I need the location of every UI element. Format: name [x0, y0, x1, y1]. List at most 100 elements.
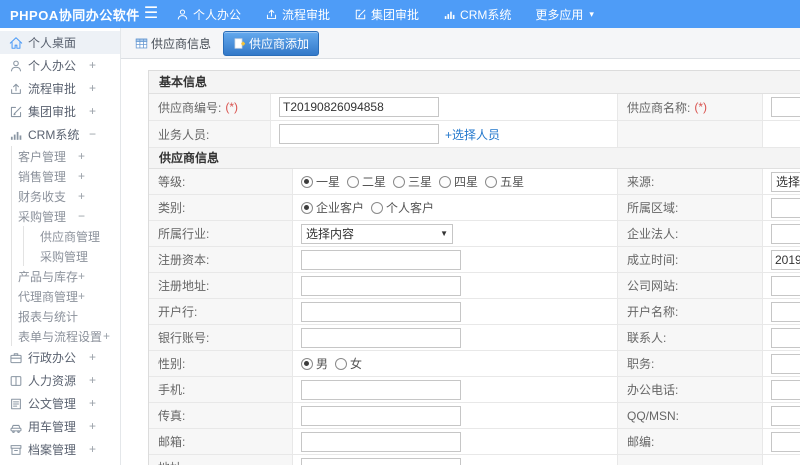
qq-msn-input[interactable]: [771, 405, 800, 426]
radio-icon[interactable]: [393, 175, 406, 188]
sidebar-item-purchase-mgmt[interactable]: 采购管理 −: [12, 206, 120, 226]
plus-icon[interactable]: +: [89, 346, 96, 369]
level-radios-option-3[interactable]: 四星: [439, 173, 478, 190]
workflow-icon: [9, 82, 23, 96]
supplier-add-tab[interactable]: 供应商添加: [223, 30, 320, 56]
founded-date-input[interactable]: [771, 249, 800, 270]
plus-icon[interactable]: +: [78, 186, 85, 206]
supplier-info-tab[interactable]: 供应商信息: [131, 32, 215, 55]
sidebar-item-label: 流程审批: [28, 82, 77, 96]
registered-capital-input[interactable]: [301, 249, 461, 270]
industry-select[interactable]: 选择内容 ▼: [301, 223, 453, 244]
top-nav-group-approval[interactable]: 集团审批: [354, 6, 419, 23]
plus-icon[interactable]: +: [89, 77, 96, 100]
field-label: 注册地址:: [149, 273, 293, 299]
top-nav-personal-office[interactable]: 个人办公: [176, 6, 241, 23]
sidebar-item-label: 代理商管理: [18, 289, 79, 304]
gender-radios-option-1[interactable]: 女: [335, 355, 362, 372]
sidebar-item-archive-mgmt[interactable]: 档案管理 +: [0, 438, 120, 461]
sidebar-item-agent-mgmt[interactable]: 代理商管理 +: [12, 286, 120, 306]
sidebar-item-sales-mgmt[interactable]: 销售管理 +: [12, 166, 120, 186]
top-nav-flow-approval[interactable]: 流程审批: [265, 6, 330, 23]
radio-icon[interactable]: [439, 175, 452, 188]
source-select[interactable]: 选择内容▼: [771, 171, 800, 192]
sidebar-item-human-resources[interactable]: 人力资源 +: [0, 369, 120, 392]
radio-icon[interactable]: [301, 357, 313, 370]
tab-label: 供应商添加: [249, 36, 310, 51]
plus-icon[interactable]: +: [89, 100, 96, 123]
account-name-input[interactable]: [771, 301, 800, 322]
top-nav-more-apps[interactable]: 更多应用 ▾: [535, 6, 594, 23]
plus-icon[interactable]: +: [89, 369, 96, 392]
website-input[interactable]: [771, 275, 800, 296]
sidebar-item-personal-desktop[interactable]: 个人桌面: [0, 31, 120, 54]
radio-icon[interactable]: [301, 201, 313, 214]
level-radios-option-4[interactable]: 五星: [485, 173, 524, 190]
minus-icon[interactable]: −: [89, 123, 96, 146]
menu-toggle-icon[interactable]: ☰: [140, 0, 162, 28]
minus-icon[interactable]: −: [78, 206, 85, 226]
field-cell: [763, 429, 800, 455]
field-label-text: 性别:: [158, 357, 186, 371]
field-label-text: 邮编:: [627, 435, 655, 449]
plus-icon[interactable]: +: [89, 438, 96, 461]
registered-address-input[interactable]: [301, 275, 461, 296]
business-staff-input[interactable]: [279, 124, 439, 144]
plus-icon[interactable]: +: [89, 392, 96, 415]
email-input[interactable]: [301, 431, 461, 452]
plus-icon[interactable]: +: [89, 415, 96, 438]
sidebar-item-product-inventory[interactable]: 产品与库存 +: [12, 266, 120, 286]
radio-icon[interactable]: [301, 175, 313, 188]
sidebar-item-form-flow-settings[interactable]: 表单与流程设置 +: [12, 326, 120, 346]
sidebar-item-admin-office[interactable]: 行政办公 +: [0, 346, 120, 369]
radio-icon[interactable]: [371, 201, 384, 214]
radio-icon[interactable]: [347, 175, 360, 188]
sidebar-item-supplier-mgmt[interactable]: 供应商管理: [24, 226, 120, 246]
level-radios-option-2[interactable]: 三星: [393, 173, 432, 190]
supplier-add-form: 基本信息供应商编号:(*)供应商名称:(*)业务人员:+选择人员供应商信息等级:…: [148, 70, 800, 465]
supplier-name-input[interactable]: [771, 97, 800, 117]
category-radios-option-0[interactable]: 企业客户: [301, 199, 364, 216]
sidebar-item-procurement-mgmt[interactable]: 采购管理: [24, 246, 120, 266]
sidebar-item-crm-system[interactable]: CRM系统 −: [0, 123, 120, 146]
choose-staff-link[interactable]: +选择人员: [445, 126, 500, 143]
plus-icon[interactable]: +: [78, 286, 85, 306]
plus-icon[interactable]: +: [78, 166, 85, 186]
plus-icon[interactable]: +: [89, 54, 96, 77]
sidebar-item-vehicle-mgmt[interactable]: 用车管理 +: [0, 415, 120, 438]
sidebar-item-finance-io[interactable]: 财务收支 +: [12, 186, 120, 206]
supplier-code-input[interactable]: [279, 97, 439, 117]
plus-icon[interactable]: +: [78, 266, 85, 286]
level-radios-option-0[interactable]: 一星: [301, 173, 340, 190]
bank-account-input[interactable]: [301, 327, 461, 348]
sidebar-item-group-approval[interactable]: 集团审批 +: [0, 100, 120, 123]
legal-person-input[interactable]: [771, 223, 800, 244]
sidebar-item-customer-mgmt[interactable]: 客户管理 +: [12, 146, 120, 166]
radio-icon[interactable]: [485, 175, 498, 188]
fax-input[interactable]: [301, 405, 461, 426]
address-input[interactable]: [301, 457, 461, 465]
content-area: 基本信息供应商编号:(*)供应商名称:(*)业务人员:+选择人员供应商信息等级:…: [121, 59, 800, 465]
field-label: 供应商编号: (*): [149, 94, 271, 121]
plus-icon[interactable]: +: [78, 146, 85, 166]
briefcase-icon: [9, 351, 23, 365]
radio-icon[interactable]: [335, 357, 348, 370]
office-phone-input[interactable]: [771, 379, 800, 400]
mobile-input[interactable]: [301, 379, 461, 400]
sidebar-item-flow-approval[interactable]: 流程审批 +: [0, 77, 120, 100]
plus-icon[interactable]: +: [103, 326, 110, 346]
sidebar-item-doc-mgmt[interactable]: 公文管理 +: [0, 392, 120, 415]
postcode-input[interactable]: [771, 431, 800, 452]
position-input[interactable]: [771, 353, 800, 374]
category-radios-option-1[interactable]: 个人客户: [371, 199, 434, 216]
sidebar-item-personal-office[interactable]: 个人办公 +: [0, 54, 120, 77]
top-nav-label: 个人办公: [193, 7, 242, 22]
sidebar-item-label: 表单与流程设置: [18, 329, 103, 344]
sidebar-item-reports-stats[interactable]: 报表与统计: [12, 306, 120, 326]
top-nav-crm-system[interactable]: CRM系统: [443, 6, 511, 23]
level-radios-option-1[interactable]: 二星: [347, 173, 386, 190]
contact-person-input[interactable]: [771, 327, 800, 348]
bank-branch-input[interactable]: [301, 301, 461, 322]
region-input[interactable]: [771, 197, 800, 218]
gender-radios-option-0[interactable]: 男: [301, 355, 328, 372]
